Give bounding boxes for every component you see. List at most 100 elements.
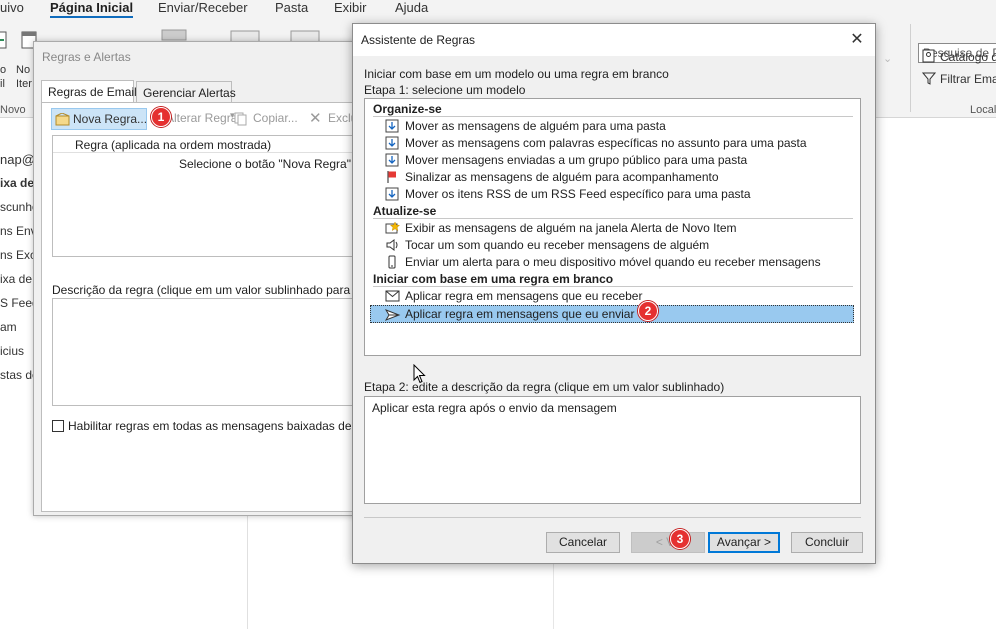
group-novo-label: Novo [0, 104, 26, 116]
copy-rule-label: Copiar... [253, 111, 298, 125]
account-item[interactable]: nap@ [0, 152, 35, 167]
callout-badge-3: 3 [670, 529, 690, 549]
alert-window-icon [385, 221, 401, 234]
rule-description-text: Aplicar esta regra após o envio da mensa… [372, 401, 617, 415]
finish-button[interactable]: Concluir [791, 532, 863, 553]
rules-alerts-title: Regras e Alertas [42, 50, 131, 64]
next-button[interactable]: Avançar > [708, 532, 780, 553]
rules-list-empty-text: Selecione o botão "Nova Regra" p [179, 157, 361, 171]
ribbon-group-divider [910, 24, 911, 112]
back-button[interactable]: < Vo [631, 532, 705, 553]
folder-search[interactable]: icius [0, 344, 24, 358]
tab-enviar-receber[interactable]: Enviar/Receber [158, 0, 248, 15]
template-label: Mover os itens RSS de um RSS Feed especí… [405, 187, 751, 201]
callout-badge-1: 1 [151, 107, 171, 127]
move-folder-icon [385, 187, 399, 201]
template-label: Sinalizar as mensagens de alguém para ac… [405, 170, 719, 184]
rss-checkbox-box[interactable] [52, 420, 64, 432]
template-label: Exibir as mensagens de alguém na janela … [405, 221, 737, 235]
new-email-icon[interactable] [0, 30, 8, 52]
template-move-from-sender[interactable]: Mover as mensagens de alguém para uma pa… [371, 118, 853, 134]
new-rule-button[interactable]: Nova Regra... [51, 108, 147, 130]
step1-label: Etapa 1: selecione um modelo [364, 83, 526, 97]
folder-outbox[interactable]: ixa de [0, 272, 32, 286]
ribbon-tab-bar: uivo Página Inicial Enviar/Receber Pasta… [0, 0, 996, 19]
template-label: Aplicar regra em mensagens que eu enviar [405, 307, 635, 321]
section-blank-rule: Iniciar com base em uma regra em branco [373, 272, 614, 286]
send-icon [385, 309, 401, 321]
mouse-pointer-icon [413, 364, 426, 384]
rules-list[interactable]: Regra (aplicada na ordem mostrada) Selec… [52, 135, 364, 257]
tab-pasta[interactable]: Pasta [275, 0, 308, 15]
wizard-intro: Iniciar com base em um modelo ou uma reg… [364, 67, 669, 81]
flag-icon [387, 171, 396, 183]
rule-description-box[interactable] [52, 298, 364, 406]
tab-pagina-inicial[interactable]: Página Inicial [50, 0, 134, 19]
new-email-label-1: o [0, 64, 7, 76]
address-book-button[interactable]: Catálogo d [940, 50, 996, 64]
section-divider [373, 218, 853, 219]
template-play-sound[interactable]: Tocar um som quando eu receber mensagens… [371, 237, 853, 253]
new-rule-label: Nova Regra... [73, 112, 148, 126]
template-new-item-alert[interactable]: Exibir as mensagens de alguém na janela … [371, 220, 853, 236]
group-local-label: Local [970, 104, 996, 116]
rules-list-header[interactable]: Regra (aplicada na ordem mostrada) [53, 136, 363, 153]
template-label: Mover mensagens enviadas a um grupo públ… [405, 153, 748, 167]
ribbon-icon-delete[interactable] [160, 28, 188, 42]
delete-x-icon: ✕ [309, 110, 322, 127]
filter-email-button[interactable]: Filtrar Ema [940, 72, 996, 86]
rss-rules-checkbox[interactable]: Habilitar regras em todas as mensagens b… [52, 419, 380, 433]
template-list[interactable]: Organize-se Mover as mensagens de alguém… [364, 98, 861, 356]
template-flag-from-sender[interactable]: Sinalizar as mensagens de alguém para ac… [371, 169, 853, 185]
template-apply-on-send[interactable]: Aplicar regra em mensagens que eu enviar [370, 305, 854, 323]
template-label: Mover as mensagens de alguém para uma pa… [405, 119, 666, 133]
dialog-titlebar[interactable]: Assistente de Regras ✕ [353, 24, 875, 56]
tab-exibir[interactable]: Exibir [334, 0, 367, 15]
rules-alerts-window: Regras e Alertas Regras de Email Gerenci… [33, 41, 380, 516]
tab-gerenciar-alertas[interactable]: Gerenciar Alertas [136, 81, 236, 103]
change-rule-label: Alterar Regra [166, 111, 238, 125]
template-label: Tocar um som quando eu receber mensagens… [405, 238, 710, 252]
filter-icon [922, 72, 936, 85]
rule-description-label: Descrição da regra (clique em um valor s… [52, 283, 370, 297]
copy-icon [234, 112, 247, 126]
template-mobile-alert[interactable]: Enviar um alerta para o meu dispositivo … [371, 254, 853, 270]
template-label: Aplicar regra em mensagens que eu recebe… [405, 289, 643, 303]
cancel-button[interactable]: Cancelar [546, 532, 620, 553]
new-email-label-2: il [0, 78, 5, 90]
callout-badge-2: 2 [638, 301, 658, 321]
address-book-icon [922, 49, 935, 63]
move-folder-icon [385, 136, 399, 150]
rule-description-editor[interactable]: Aplicar esta regra após o envio da mensa… [364, 396, 861, 504]
template-move-rss[interactable]: Mover os itens RSS de um RSS Feed especí… [371, 186, 853, 202]
copy-rule-button[interactable]: Copiar... [232, 108, 302, 130]
template-move-sent-to-group[interactable]: Mover mensagens enviadas a um grupo públ… [371, 152, 853, 168]
section-stay-updated: Atualize-se [373, 204, 437, 218]
section-divider [373, 116, 853, 117]
chevron-down-icon[interactable]: ⌄ [883, 52, 892, 65]
move-folder-icon [385, 153, 399, 167]
rules-wizard-dialog: Assistente de Regras ✕ Iniciar com base … [352, 23, 876, 564]
rss-checkbox-label: Habilitar regras em todas as mensagens b… [68, 419, 380, 433]
new-items-label-2: Iter [16, 78, 32, 90]
mobile-icon [388, 255, 396, 269]
tab-ajuda[interactable]: Ajuda [395, 0, 428, 15]
rules-panel: Nova Regra... Alterar Regra ▾ Copiar... … [41, 102, 380, 512]
speaker-icon [386, 239, 398, 251]
new-items-label-1: No [16, 64, 31, 76]
section-organize: Organize-se [373, 102, 442, 116]
template-label: Mover as mensagens com palavras específi… [405, 136, 807, 150]
close-icon[interactable]: ✕ [847, 30, 867, 50]
dialog-title: Assistente de Regras [361, 33, 476, 47]
envelope-icon [385, 290, 400, 302]
folder-inbox[interactable]: ixa de [0, 176, 34, 190]
section-divider [373, 286, 853, 287]
button-separator [364, 517, 861, 518]
folder-spam[interactable]: am [0, 320, 17, 334]
template-apply-on-receive[interactable]: Aplicar regra em mensagens que eu recebe… [371, 288, 853, 304]
tab-arquivo[interactable]: uivo [0, 0, 24, 15]
template-move-by-subject[interactable]: Mover as mensagens com palavras específi… [371, 135, 853, 151]
tab-regras-de-email[interactable]: Regras de Email [41, 80, 137, 103]
move-folder-icon [385, 119, 399, 133]
template-label: Enviar um alerta para o meu dispositivo … [405, 255, 821, 269]
